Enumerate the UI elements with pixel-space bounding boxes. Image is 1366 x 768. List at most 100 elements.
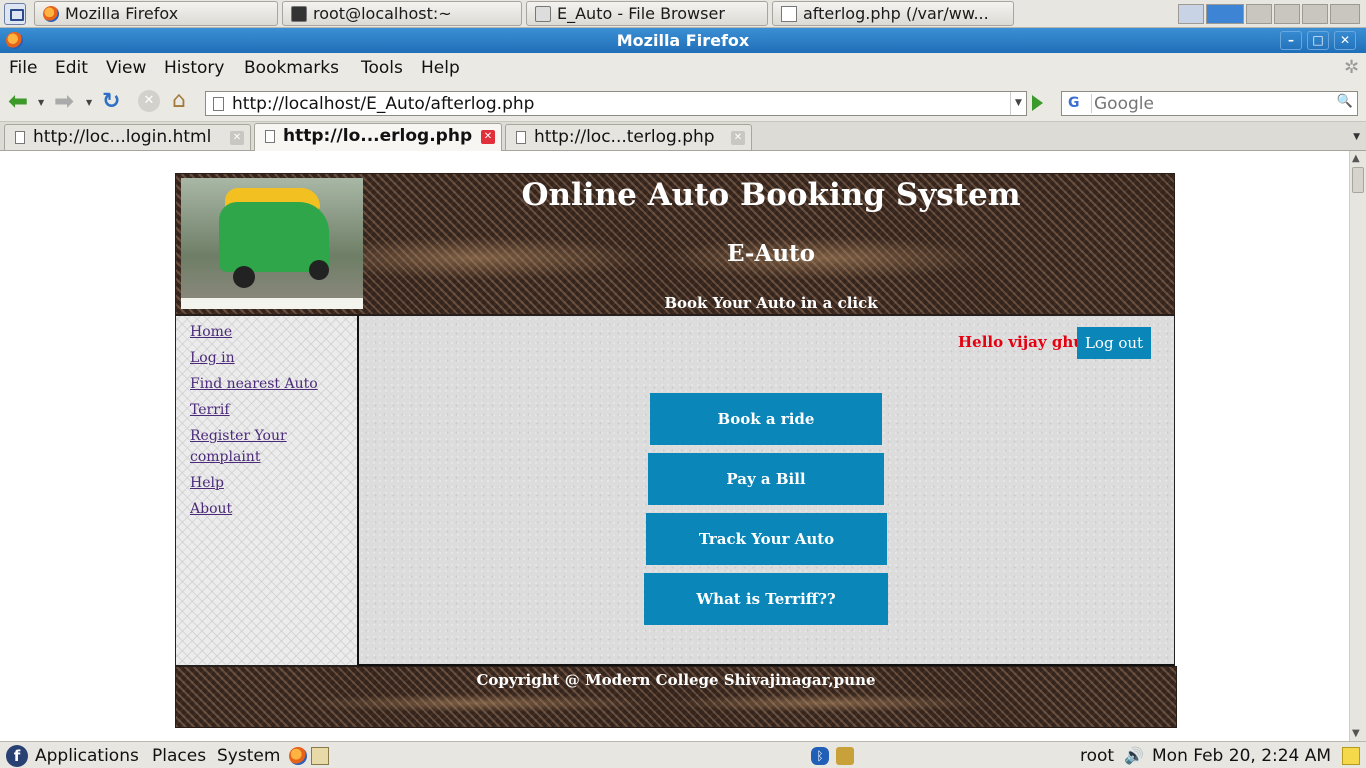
tab-label: http://lo...erlog.php	[283, 126, 473, 146]
workspace-5[interactable]	[1302, 4, 1328, 24]
vertical-scrollbar[interactable]: ▲ ▼	[1349, 151, 1366, 741]
back-history-dropdown-icon[interactable]: ▼	[38, 98, 44, 107]
page-icon	[15, 131, 25, 144]
terriff-info-button[interactable]: What is Terriff??	[644, 573, 888, 625]
taskbar-item-terminal[interactable]: root@localhost:~	[282, 1, 522, 26]
rickshaw-wheel	[309, 260, 329, 280]
tab-label: http://loc...login.html	[33, 127, 212, 147]
minimize-button[interactable]: –	[1280, 31, 1302, 50]
search-input[interactable]	[1094, 93, 1334, 114]
close-button[interactable]: ✕	[1334, 31, 1356, 50]
reload-icon[interactable]: ↻	[102, 90, 126, 114]
menu-file[interactable]: File	[9, 58, 37, 78]
home-icon[interactable]: ⌂	[172, 90, 196, 114]
nav-link-terrif[interactable]: Terrif	[190, 402, 230, 418]
workspace-4[interactable]	[1274, 4, 1300, 24]
taskbar-item-file-browser[interactable]: E_Auto - File Browser	[526, 1, 768, 26]
menu-help[interactable]: Help	[421, 58, 460, 78]
menu-tools[interactable]: Tools	[361, 58, 403, 78]
forward-history-dropdown-icon[interactable]: ▼	[86, 98, 92, 107]
stop-icon[interactable]: ✕	[138, 90, 160, 112]
navigation-toolbar: ⬅ ▼ ➡ ▼ ↻ ✕ ⌂ http://localhost/E_Auto/af…	[0, 82, 1366, 122]
bluetooth-icon[interactable]: ᛒ	[811, 747, 829, 765]
site-footer: Copyright @ Modern College Shivajinagar,…	[175, 666, 1177, 728]
url-text[interactable]: http://localhost/E_Auto/afterlog.php	[232, 94, 534, 114]
menu-bookmarks[interactable]: Bookmarks	[244, 58, 339, 78]
mail-launcher-icon[interactable]	[311, 747, 329, 765]
close-tab-icon[interactable]: ✕	[731, 131, 745, 145]
back-arrow-icon[interactable]: ⬅	[8, 89, 32, 114]
volume-icon[interactable]: 🔊	[1124, 747, 1144, 765]
current-user[interactable]: root	[1080, 746, 1114, 766]
site-title: Online Auto Booking System	[521, 177, 1021, 213]
workspace-2[interactable]	[1206, 4, 1244, 24]
workspace-3[interactable]	[1246, 4, 1272, 24]
copyright-text: Copyright @ Modern College Shivajinagar,…	[476, 671, 876, 689]
activity-throbber-icon: ✲	[1344, 57, 1360, 78]
workspace-1[interactable]	[1178, 4, 1204, 24]
bottom-panel: f Applications Places System ᛒ root 🔊 Mo…	[0, 741, 1366, 768]
track-auto-button[interactable]: Track Your Auto	[646, 513, 887, 565]
close-tab-icon[interactable]: ✕	[481, 130, 495, 144]
site-sidebar: Home Log in Find nearest Auto Terrif Reg…	[175, 315, 359, 666]
firefox-launcher-icon[interactable]	[289, 747, 307, 765]
tab-login[interactable]: http://loc...login.html ✕	[4, 124, 251, 150]
rickshaw-wheel	[233, 266, 255, 288]
page-icon	[213, 97, 224, 111]
update-notifier-icon[interactable]	[836, 747, 854, 765]
scroll-down-icon[interactable]: ▼	[1352, 728, 1360, 739]
nav-link-complaint[interactable]: Register Your complaint	[190, 428, 287, 465]
notes-icon[interactable]	[1342, 747, 1360, 765]
site-header: Online Auto Booking System E-Auto Book Y…	[175, 173, 1175, 315]
sidebar-nav: Home Log in Find nearest Auto Terrif Reg…	[190, 322, 350, 525]
clock[interactable]: Mon Feb 20, 2:24 AM	[1152, 746, 1331, 766]
firefox-icon	[43, 6, 59, 22]
fedora-logo-icon[interactable]: f	[6, 745, 28, 767]
book-ride-button[interactable]: Book a ride	[650, 393, 882, 445]
taskbar-item-editor[interactable]: afterlog.php (/var/ww...	[772, 1, 1014, 26]
maximize-button[interactable]: □	[1307, 31, 1329, 50]
window-title: Mozilla Firefox	[616, 31, 750, 50]
nav-link-login[interactable]: Log in	[190, 350, 235, 366]
show-desktop-icon[interactable]	[4, 3, 26, 25]
site-subtitle: E-Auto	[726, 240, 816, 267]
text-editor-icon	[781, 6, 797, 22]
menubar: File Edit View History Bookmarks Tools H…	[0, 53, 1366, 82]
main-content: Hello vijay ghule Log out Book a ride Pa…	[359, 315, 1175, 666]
url-history-dropdown-icon[interactable]: ▼	[1010, 92, 1026, 115]
close-tab-icon[interactable]: ✕	[230, 131, 244, 145]
site-tagline: Book Your Auto in a click	[664, 294, 878, 312]
scrollbar-thumb[interactable]	[1352, 167, 1364, 193]
list-all-tabs-icon[interactable]: ▼	[1353, 132, 1360, 142]
page-icon	[516, 131, 526, 144]
taskbar-item-firefox[interactable]: Mozilla Firefox	[34, 1, 278, 26]
go-arrow-icon[interactable]	[1032, 95, 1043, 111]
nav-link-help[interactable]: Help	[190, 475, 224, 491]
menu-view[interactable]: View	[106, 58, 146, 78]
workspace-6[interactable]	[1330, 4, 1360, 24]
places-menu[interactable]: Places	[152, 746, 206, 766]
menu-history[interactable]: History	[164, 58, 224, 78]
nav-link-home[interactable]: Home	[190, 324, 232, 340]
folder-icon	[535, 6, 551, 22]
logout-button[interactable]: Log out	[1077, 327, 1151, 359]
tab-afterlog[interactable]: http://loc...terlog.php ✕	[505, 124, 752, 150]
scroll-up-icon[interactable]: ▲	[1352, 153, 1360, 164]
nav-link-about[interactable]: About	[190, 501, 232, 517]
menu-edit[interactable]: Edit	[55, 58, 88, 78]
url-bar[interactable]: http://localhost/E_Auto/afterlog.php ▼	[205, 91, 1027, 116]
auto-rickshaw-photo	[181, 178, 363, 309]
terminal-icon	[291, 6, 307, 22]
applications-menu[interactable]: Applications	[35, 746, 139, 766]
taskbar-item-label: afterlog.php (/var/ww...	[803, 4, 989, 23]
pay-bill-button[interactable]: Pay a Bill	[648, 453, 884, 505]
taskbar-item-label: Mozilla Firefox	[65, 4, 179, 23]
system-menu[interactable]: System	[217, 746, 280, 766]
search-box[interactable]: G 🔍	[1061, 91, 1358, 116]
tab-afterlog-active[interactable]: http://lo...erlog.php ✕	[254, 123, 502, 151]
search-icon[interactable]: 🔍	[1335, 94, 1355, 113]
forward-arrow-icon[interactable]: ➡	[54, 89, 78, 114]
taskbar-item-label: root@localhost:~	[313, 4, 452, 23]
nav-link-find-auto[interactable]: Find nearest Auto	[190, 376, 318, 392]
google-engine-icon[interactable]: G	[1064, 94, 1092, 113]
